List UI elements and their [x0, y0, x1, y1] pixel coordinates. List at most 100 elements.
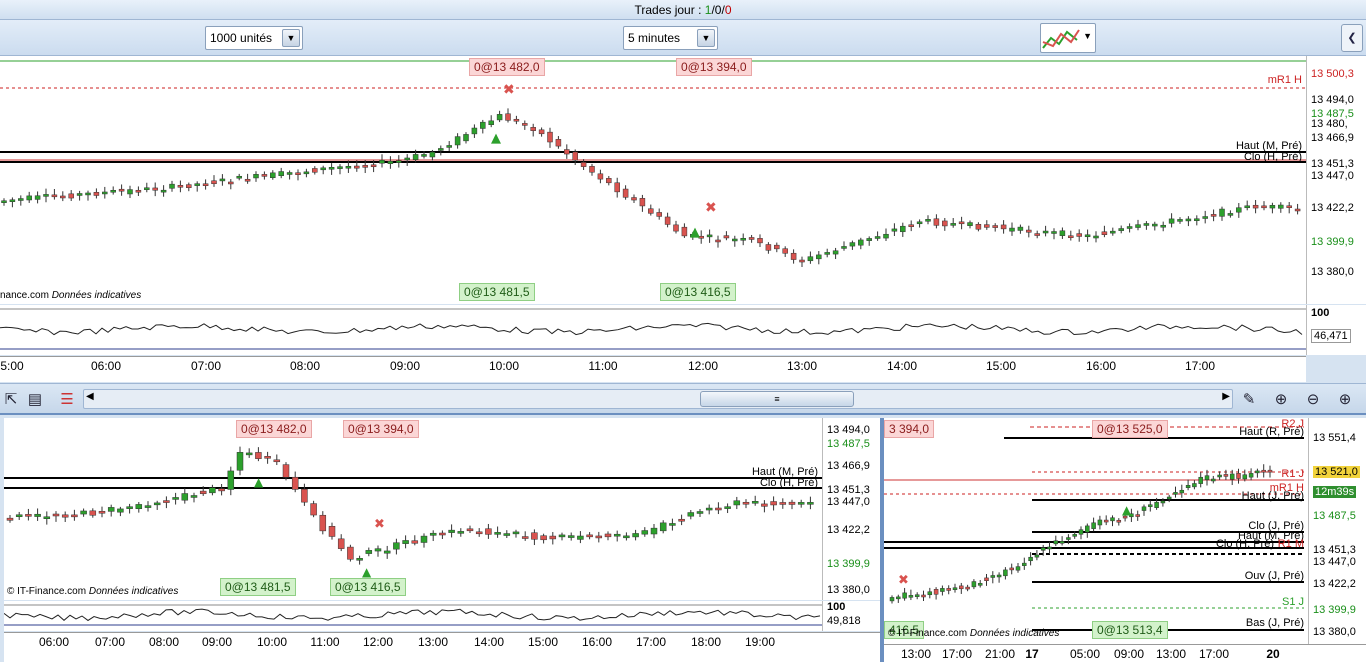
sell-order-tag[interactable]: 0@13 482,0 [469, 58, 545, 76]
main-price-chart[interactable]: ✖ ✖ ▲ ▲ 0@13 482,0 0@13 394,0 0@13 481,5 0@… [0, 56, 1306, 304]
scroll-left-icon[interactable]: ◀ [86, 391, 94, 402]
time-tick-label: 17:00 [941, 647, 973, 661]
candle-body [135, 189, 142, 193]
chart-type-selector[interactable]: ▼ [1040, 23, 1096, 53]
time-tick-label: 11:00 [588, 359, 618, 373]
zoom-out-icon[interactable]: ⊖ [1302, 389, 1324, 411]
candle-body [312, 168, 318, 173]
left-price-chart[interactable]: ✖ ▲ ▲ 0@13 482,0 0@13 394,0 0@13 481,5 0@1… [4, 418, 822, 600]
right-price-axis: 13 551,4 13 521,0 12m39s 13 487,5 13 451,3 13… [1308, 418, 1366, 644]
buy-order-tag[interactable]: 0@13 481,5 [220, 578, 296, 596]
buy-order-tag[interactable]: 0@13 416,5 [660, 283, 736, 301]
candle-body [211, 180, 217, 185]
candle-body [421, 154, 427, 157]
candle-body [604, 533, 612, 538]
zoom-fit-icon[interactable]: ⊕ [1270, 389, 1292, 411]
candle-body [402, 540, 409, 544]
buy-order-tag[interactable]: 0@13 416,5 [330, 578, 406, 596]
price-tick-label: 13 480, [1311, 118, 1348, 130]
candle-body [1141, 506, 1147, 511]
candle-body [1261, 205, 1267, 209]
candle-body [1269, 205, 1276, 209]
close-position-icon: ✖ [898, 573, 909, 588]
candle-body [245, 452, 253, 456]
candle-body [503, 533, 511, 536]
candle-body [1160, 224, 1166, 228]
time-tick-label: 08:00 [148, 635, 180, 649]
candle-body [488, 120, 494, 125]
chevron-down-icon[interactable]: ▼ [697, 29, 715, 47]
candle-body [765, 244, 772, 251]
chevron-down-icon[interactable]: ▼ [282, 29, 300, 47]
candle-body [1177, 219, 1183, 222]
time-tick-label: 10:00 [256, 635, 288, 649]
zoom-in-icon[interactable]: ⊕ [1334, 389, 1356, 411]
candle-body [160, 189, 167, 193]
panel-splitter[interactable] [880, 418, 884, 662]
left-price-axis: 13 494,0 13 487,5 13 466,9 13 451,3 13 447,0… [822, 418, 880, 600]
trades-label: Trades jour : [634, 3, 702, 17]
units-value: 1000 unités [210, 31, 273, 45]
sell-order-tag[interactable]: 3 394,0 [884, 420, 935, 438]
chevron-down-icon[interactable]: ▼ [1083, 31, 1092, 41]
candle-body [181, 493, 189, 501]
credit-text: nance.com Données indicatives [0, 290, 141, 301]
chart-type-icon [1042, 29, 1080, 49]
credit-site: nance.com [0, 290, 49, 301]
right-price-chart[interactable]: ✖ ▲ 3 394,0 0@13 525,0 416,5 0@13 513,4 R… [884, 418, 1308, 644]
chart-toolbar: 1000 unités ▼ 5 minutes ▼ ▼ ❮ [0, 20, 1366, 56]
sell-order-tag[interactable]: 0@13 482,0 [236, 420, 312, 438]
interval-dropdown[interactable]: 5 minutes ▼ [623, 26, 718, 50]
buy-order-tag[interactable]: 0@13 481,5 [459, 283, 535, 301]
price-tick-label: 13 399,9 [827, 558, 870, 570]
cursor-tool-icon[interactable]: ⇱ [0, 389, 22, 411]
candle-body [774, 244, 780, 250]
time-tick-label: 19:00 [744, 635, 776, 649]
candle-body [696, 511, 704, 514]
candle-body [965, 586, 970, 590]
candle-body [1118, 228, 1124, 231]
candle-body [107, 507, 115, 512]
sell-order-tag[interactable]: 0@13 394,0 [343, 420, 419, 438]
candle-body [1192, 483, 1197, 488]
candle-body [977, 583, 983, 586]
candle-body [614, 182, 620, 193]
candle-body [1154, 501, 1159, 508]
candle-body [540, 535, 547, 541]
sell-order-tag[interactable]: 0@13 394,0 [676, 58, 752, 76]
candle-body [448, 529, 455, 533]
drawing-tool-icon[interactable]: ✎ [1238, 389, 1260, 411]
candle-body [85, 192, 91, 196]
candle-body [613, 533, 621, 537]
level-label-clo: Clo (H, Pré) [1243, 151, 1302, 163]
candle-body [1244, 205, 1250, 209]
close-position-icon: ✖ [374, 517, 385, 532]
osc-line [4, 608, 821, 622]
candle-body [1126, 226, 1133, 229]
candle-body [733, 500, 741, 506]
price-tick-label: 13 380,0 [827, 584, 870, 596]
collapse-panel-icon[interactable]: ❮ [1341, 24, 1363, 52]
scroll-right-icon[interactable]: ▶ [1222, 391, 1230, 402]
candle-body [597, 173, 604, 180]
level-label-clo: Clo (H, Pré) [759, 477, 818, 489]
candle-body [1173, 492, 1178, 495]
candle-body [975, 224, 982, 230]
scroll-thumb[interactable]: ≡ [700, 391, 854, 407]
candle-body [522, 123, 528, 126]
price-tick-label: 13 451,3 [1313, 544, 1356, 556]
candle-body [1252, 204, 1259, 209]
main-price-axis: 13 500,3 13 494,0 13 487,5 13 480, 13 466,9 1… [1306, 56, 1366, 304]
sell-order-tag[interactable]: 0@13 525,0 [1092, 420, 1168, 438]
candle-body [186, 184, 192, 188]
candle-body [908, 595, 914, 598]
close-position-icon: ✖ [503, 82, 515, 98]
horizontal-scrollbar[interactable]: ◀ ≡ ▶ [83, 389, 1233, 409]
units-dropdown[interactable]: 1000 unités ▼ [205, 26, 303, 50]
candle-body [959, 585, 964, 590]
buy-order-tag[interactable]: 0@13 513,4 [1092, 621, 1168, 639]
notes-icon[interactable]: ▤ [24, 389, 46, 411]
indicators-icon[interactable]: ☰ [56, 389, 78, 411]
candle-body [347, 546, 354, 560]
candle-body [354, 165, 360, 169]
